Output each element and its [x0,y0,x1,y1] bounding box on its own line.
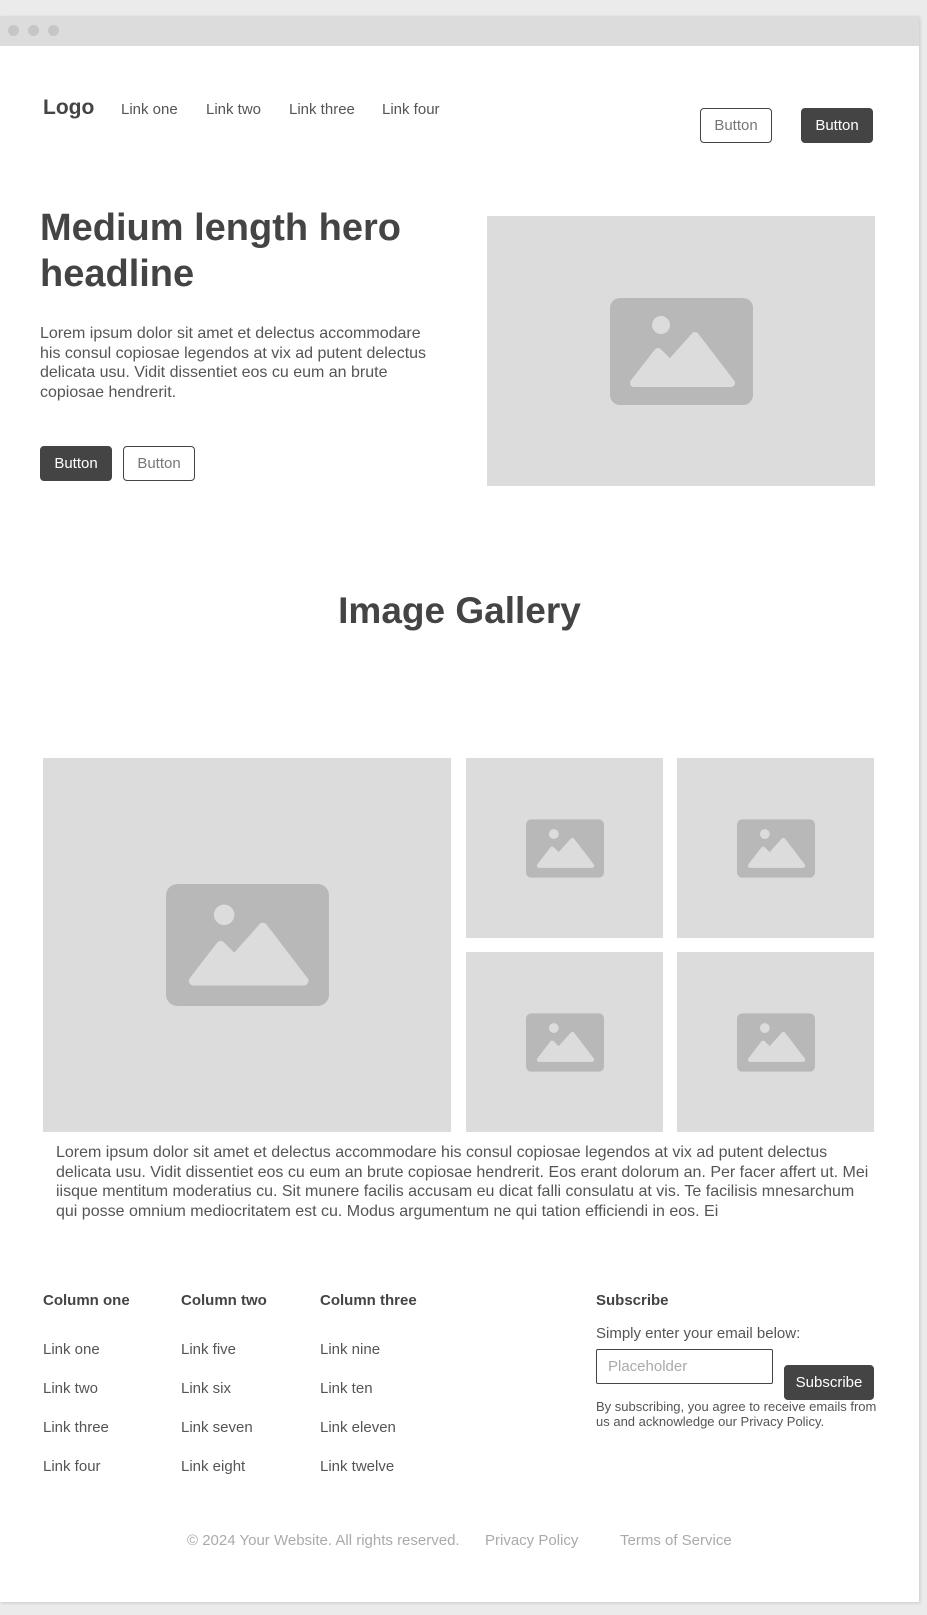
subscribe-disclaimer: By subscribing, you agree to receive ema… [596,1399,877,1429]
footer-link[interactable]: Link ten [320,1380,373,1397]
nav-link-one[interactable]: Link one [121,101,178,118]
hero-primary-button[interactable]: Button [40,446,112,481]
gallery-title: Image Gallery [338,590,581,631]
terms-of-service-link[interactable]: Terms of Service [620,1532,732,1549]
gallery-image [466,952,663,1132]
image-placeholder-icon [525,818,604,878]
gallery-description: Lorem ipsum dolor sit amet et delectus a… [56,1144,869,1220]
nav-link-four[interactable]: Link four [382,101,440,118]
footer-column-heading: Column two [181,1292,267,1309]
footer-link[interactable]: Link four [43,1458,101,1475]
hero-secondary-button[interactable]: Button [123,446,195,481]
window-control-dot[interactable] [28,25,39,36]
footer-link[interactable]: Link eleven [320,1419,396,1436]
footer-link[interactable]: Link five [181,1341,236,1358]
site-logo[interactable]: Logo [43,96,94,120]
gallery-image [677,758,874,938]
window-control-dot[interactable] [48,25,59,36]
subscribe-button[interactable]: Subscribe [784,1365,874,1400]
window-control-dot[interactable] [8,25,19,36]
window-titlebar [0,16,919,46]
footer-link[interactable]: Link eight [181,1458,245,1475]
image-placeholder-icon [525,1012,604,1072]
hero-image [487,216,875,486]
footer-link[interactable]: Link seven [181,1419,253,1436]
nav-link-three[interactable]: Link three [289,101,355,118]
image-placeholder-icon [165,884,329,1006]
nav-link-two[interactable]: Link two [206,101,261,118]
footer-link[interactable]: Link nine [320,1341,380,1358]
footer-link[interactable]: Link six [181,1380,231,1397]
image-placeholder-icon [736,818,815,878]
gallery-image [677,952,874,1132]
footer-column-heading: Column one [43,1292,130,1309]
footer-link[interactable]: Link two [43,1380,98,1397]
image-placeholder-icon [736,1012,815,1072]
gallery-image-large [43,758,451,1132]
hero-body-text: Lorem ipsum dolor sit amet et delectus a… [40,325,427,401]
footer-link[interactable]: Link twelve [320,1458,394,1475]
image-placeholder-icon [609,297,753,405]
subscribe-instructions: Simply enter your email below: [596,1325,801,1342]
email-input[interactable] [596,1349,773,1384]
nav-primary-button[interactable]: Button [801,108,873,143]
footer-link[interactable]: Link one [43,1341,100,1358]
nav-outline-button[interactable]: Button [700,108,772,143]
footer-link[interactable]: Link three [43,1419,109,1436]
subscribe-heading: Subscribe [596,1292,669,1309]
hero-headline: Medium length hero headline [40,207,401,295]
privacy-policy-link[interactable]: Privacy Policy [485,1532,578,1549]
footer-column-heading: Column three [320,1292,417,1309]
copyright-text: © 2024 Your Website. All rights reserved… [187,1532,460,1549]
gallery-image [466,758,663,938]
